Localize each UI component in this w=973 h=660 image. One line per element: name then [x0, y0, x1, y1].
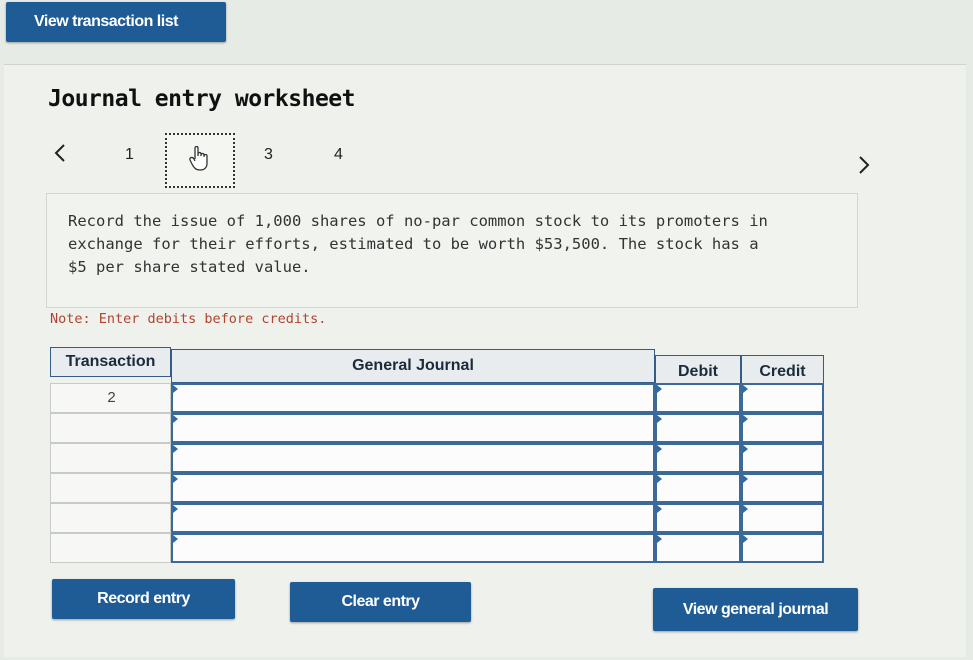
- credit-field[interactable]: [741, 413, 824, 443]
- debit-field[interactable]: [655, 413, 741, 443]
- pointer-hand-icon: [187, 143, 213, 178]
- account-field[interactable]: [171, 383, 655, 413]
- instruction-text: Record the issue of 1,000 shares of no-p…: [68, 212, 768, 276]
- dropdown-marker-icon: [657, 385, 662, 393]
- debit-field[interactable]: [655, 533, 741, 563]
- credit-field[interactable]: [741, 443, 824, 473]
- page-title: Journal entry worksheet: [48, 86, 356, 112]
- view-transaction-list-button[interactable]: View transaction list: [6, 2, 226, 42]
- dropdown-marker-icon: [657, 535, 662, 543]
- credit-field[interactable]: [741, 503, 824, 533]
- dropdown-marker-icon: [173, 475, 178, 483]
- transaction-cell: 2: [50, 383, 171, 413]
- transaction-cell: [50, 473, 171, 503]
- credit-field[interactable]: [741, 533, 824, 563]
- dropdown-marker-icon: [743, 505, 748, 513]
- account-field[interactable]: [171, 503, 655, 533]
- account-field[interactable]: [171, 443, 655, 473]
- transaction-cell: [50, 533, 171, 563]
- dropdown-marker-icon: [173, 505, 178, 513]
- transaction-cell: [50, 443, 171, 473]
- dropdown-marker-icon: [743, 445, 748, 453]
- header-transaction: Transaction: [50, 347, 171, 377]
- dropdown-marker-icon: [173, 415, 178, 423]
- table-row: [50, 443, 825, 473]
- table-row: 2: [50, 383, 825, 413]
- chevron-left-icon[interactable]: [52, 140, 68, 173]
- debit-field[interactable]: [655, 473, 741, 503]
- record-entry-button[interactable]: Record entry: [52, 579, 235, 619]
- dropdown-marker-icon: [173, 385, 178, 393]
- step-1[interactable]: 1: [125, 146, 134, 164]
- debit-field[interactable]: [655, 503, 741, 533]
- debit-field[interactable]: [655, 383, 741, 413]
- account-field[interactable]: [171, 413, 655, 443]
- credit-field[interactable]: [741, 383, 824, 413]
- dropdown-marker-icon: [657, 445, 662, 453]
- dropdown-marker-icon: [657, 475, 662, 483]
- header-general-journal: General Journal: [171, 349, 655, 383]
- table-row: [50, 503, 825, 533]
- table-row: [50, 413, 825, 443]
- account-field[interactable]: [171, 533, 655, 563]
- step-current[interactable]: [165, 133, 235, 188]
- step-3[interactable]: 3: [264, 146, 273, 164]
- dropdown-marker-icon: [173, 535, 178, 543]
- dropdown-marker-icon: [743, 475, 748, 483]
- dropdown-marker-icon: [743, 535, 748, 543]
- chevron-right-icon[interactable]: [856, 152, 872, 185]
- clear-entry-button[interactable]: Clear entry: [290, 582, 471, 622]
- dropdown-marker-icon: [657, 505, 662, 513]
- dropdown-marker-icon: [173, 445, 178, 453]
- note-text: Note: Enter debits before credits.: [50, 311, 327, 327]
- table-row: [50, 533, 825, 563]
- dropdown-marker-icon: [657, 415, 662, 423]
- account-field[interactable]: [171, 473, 655, 503]
- step-4[interactable]: 4: [334, 146, 343, 164]
- debit-field[interactable]: [655, 443, 741, 473]
- transaction-cell: [50, 413, 171, 443]
- dropdown-marker-icon: [743, 385, 748, 393]
- dropdown-marker-icon: [743, 415, 748, 423]
- table-row: [50, 473, 825, 503]
- transaction-number: 2: [107, 389, 116, 406]
- credit-field[interactable]: [741, 473, 824, 503]
- transaction-cell: [50, 503, 171, 533]
- view-general-journal-button[interactable]: View general journal: [653, 588, 858, 631]
